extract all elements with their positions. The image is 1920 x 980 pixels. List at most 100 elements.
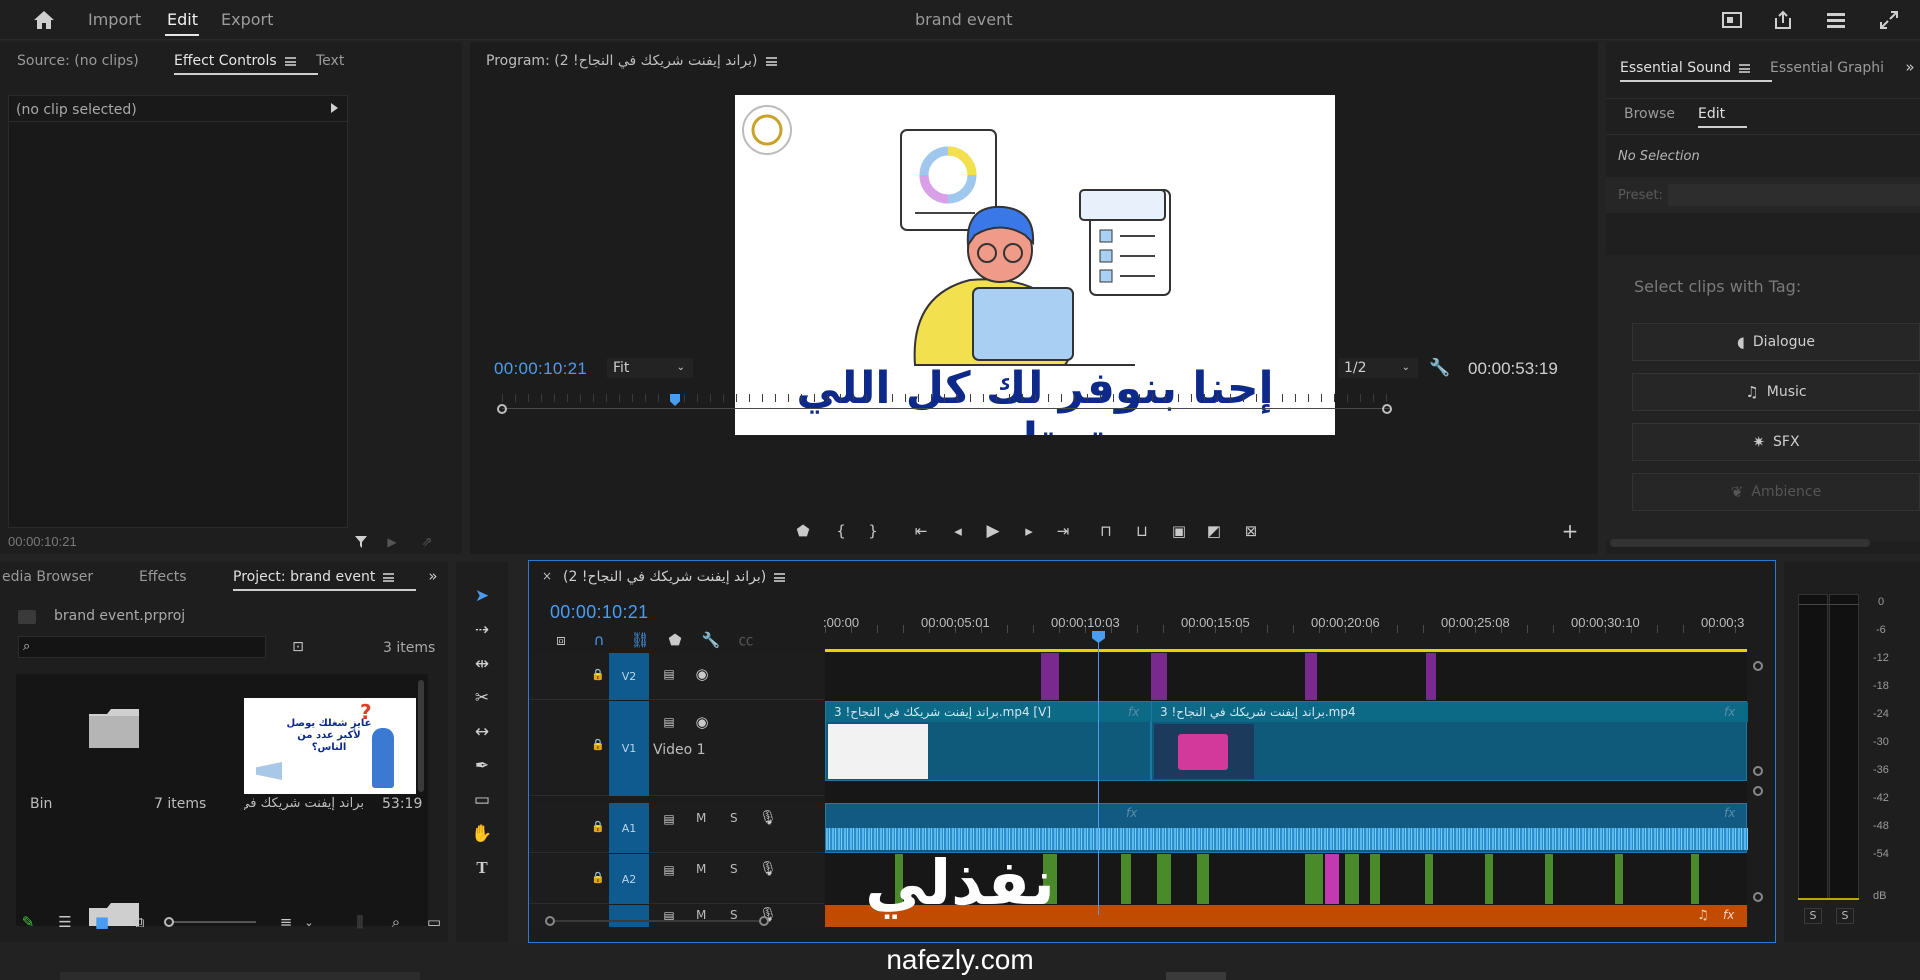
timeline-hscroll[interactable] [545,916,769,926]
a2-clip[interactable] [1615,854,1623,904]
pencil-icon[interactable]: ✎ [18,912,38,932]
sfx-button[interactable]: ✷ SFX [1632,423,1920,461]
a2-clip[interactable] [1121,854,1131,904]
step-forward-icon[interactable]: ▸ [1018,522,1040,540]
selection-tool-icon[interactable]: ➤ [468,582,496,610]
ambience-button[interactable]: ❦ Ambience [1632,473,1920,511]
new-bin-icon[interactable]: ▭ [424,912,444,932]
tab-project[interactable]: Project: brand event [233,569,417,591]
tab-edit[interactable]: Edit [1698,106,1748,128]
camera-icon[interactable]: ▣ [1168,522,1190,540]
solo-right-button[interactable]: S [1836,908,1854,924]
add-marker-icon[interactable]: ⬟ [794,522,812,540]
timeline-playhead[interactable] [1092,631,1105,915]
go-to-in-icon[interactable]: ⇤ [910,522,932,540]
eye-icon[interactable]: ◉ [693,665,711,683]
hscroll-right-handle[interactable] [759,916,769,926]
a2-clip[interactable] [1305,854,1323,904]
v2-clip[interactable] [1151,653,1167,700]
dialogue-button[interactable]: ◖ Dialogue [1632,323,1920,361]
scrubber-end-handle[interactable] [1382,404,1392,414]
vscroll-handle[interactable] [1753,661,1763,671]
a2-clip[interactable] [1485,854,1493,904]
a2-clip[interactable] [1345,854,1359,904]
fx-badge[interactable]: fx [1128,705,1139,719]
lock-icon[interactable]: 🔒 [591,738,605,751]
film-icon[interactable]: ▤ [661,666,677,682]
automate-icon[interactable]: ⫼ [350,912,370,932]
captions-icon[interactable]: ㏄ [735,631,757,649]
film-icon[interactable]: ▤ [661,862,677,878]
ripple-edit-tool-icon[interactable]: ⇹ [468,650,496,678]
icon-view-icon[interactable]: ■ [92,912,112,932]
mute-toggle[interactable]: M [696,862,706,876]
menu-export[interactable]: Export [221,10,273,29]
quick-export-icon[interactable] [1720,8,1744,32]
fx-badge[interactable]: fx [1724,705,1735,719]
resolution-select[interactable]: 1/2 ⌄ [1338,358,1418,378]
fullscreen-icon[interactable] [1877,8,1901,32]
mark-in-icon[interactable]: { [832,522,850,540]
menu-edit[interactable]: Edit [167,10,198,29]
extract-icon[interactable]: ⊔ [1131,522,1153,540]
tab-effect-controls[interactable]: Effect Controls [174,53,318,75]
find-icon[interactable]: ⌕ [386,912,406,932]
lock-icon[interactable]: 🔒 [591,820,605,833]
panel-menu-icon[interactable] [383,572,395,582]
filter-icon[interactable] [352,533,370,551]
tab-media-browser[interactable]: edia Browser [2,569,93,585]
mark-out-icon[interactable]: } [864,522,882,540]
slip-tool-icon[interactable]: ↔ [468,718,496,746]
vscroll-handle[interactable] [1753,786,1763,796]
track-tag-a2[interactable]: A2 [609,854,649,904]
compare-icon[interactable]: ◩ [1203,522,1225,540]
nest-icon[interactable]: ⧈ [551,631,571,649]
home-icon[interactable] [30,8,58,32]
tab-effects[interactable]: Effects [139,569,187,585]
track-tag-v2[interactable]: V2 [609,653,649,700]
fx-badge[interactable]: fx [1724,806,1735,820]
solo-toggle[interactable]: S [730,811,738,825]
microphone-icon[interactable]: 🎙 [759,809,777,827]
go-to-out-icon[interactable]: ⇥ [1052,522,1074,540]
a2-clip[interactable] [1425,854,1433,904]
vscroll-handle[interactable] [1753,892,1763,902]
fx-badge[interactable]: fx [1126,806,1137,820]
new-search-bin-icon[interactable]: ⊡ [288,638,308,656]
close-icon[interactable]: × [542,569,552,583]
expand-arrow-icon[interactable] [331,103,338,113]
razor-tool-icon[interactable]: ✂ [468,684,496,712]
lift-icon[interactable]: ⊓ [1095,522,1117,540]
wrench-icon[interactable]: 🔧 [1429,358,1450,378]
snap-magnet-icon[interactable]: ∩ [589,631,609,649]
eye-icon[interactable]: ◉ [693,713,711,731]
share-icon[interactable] [1771,8,1795,32]
tab-source[interactable]: Source: (no clips) [17,53,139,69]
freeform-view-icon[interactable]: ⧉ [128,912,150,932]
chevron-down-icon[interactable]: ⌄ [302,912,316,932]
zoom-select[interactable]: Fit ⌄ [607,358,693,378]
a2-clip[interactable] [1370,854,1380,904]
bin-item[interactable]: Bin 7 items [16,674,216,812]
zoom-slider-handle[interactable] [164,917,174,927]
project-scrollbar[interactable] [418,680,424,792]
panel-menu-icon[interactable] [1739,63,1751,73]
linked-selection-icon[interactable]: ⛓ [630,631,650,649]
play-audio-icon[interactable]: ▶ [383,533,401,551]
type-tool-icon[interactable]: T [468,854,496,882]
sort-icon[interactable]: ≡ [276,912,296,932]
lock-icon[interactable]: 🔒 [591,668,605,681]
track-tag-v1[interactable]: V1 [609,701,649,796]
program-scrubber[interactable] [497,394,1392,416]
es-scrollbar[interactable] [1610,539,1870,547]
v1-clip-2[interactable]: براند إيفنت شريكك في النجاح! 3.mp4 fx [1151,701,1748,781]
program-menu-icon[interactable] [765,56,777,66]
overflow-chevrons-icon[interactable]: » [1902,58,1918,76]
workspaces-icon[interactable] [1824,8,1848,32]
film-icon[interactable]: ▤ [661,811,677,827]
v2-clip[interactable] [1305,653,1317,700]
fx-badge[interactable]: fx [1723,908,1734,922]
scrubber-start-handle[interactable] [497,404,507,414]
overflow-chevrons-icon[interactable]: » [425,567,441,585]
scrubber-playhead[interactable] [670,394,680,406]
